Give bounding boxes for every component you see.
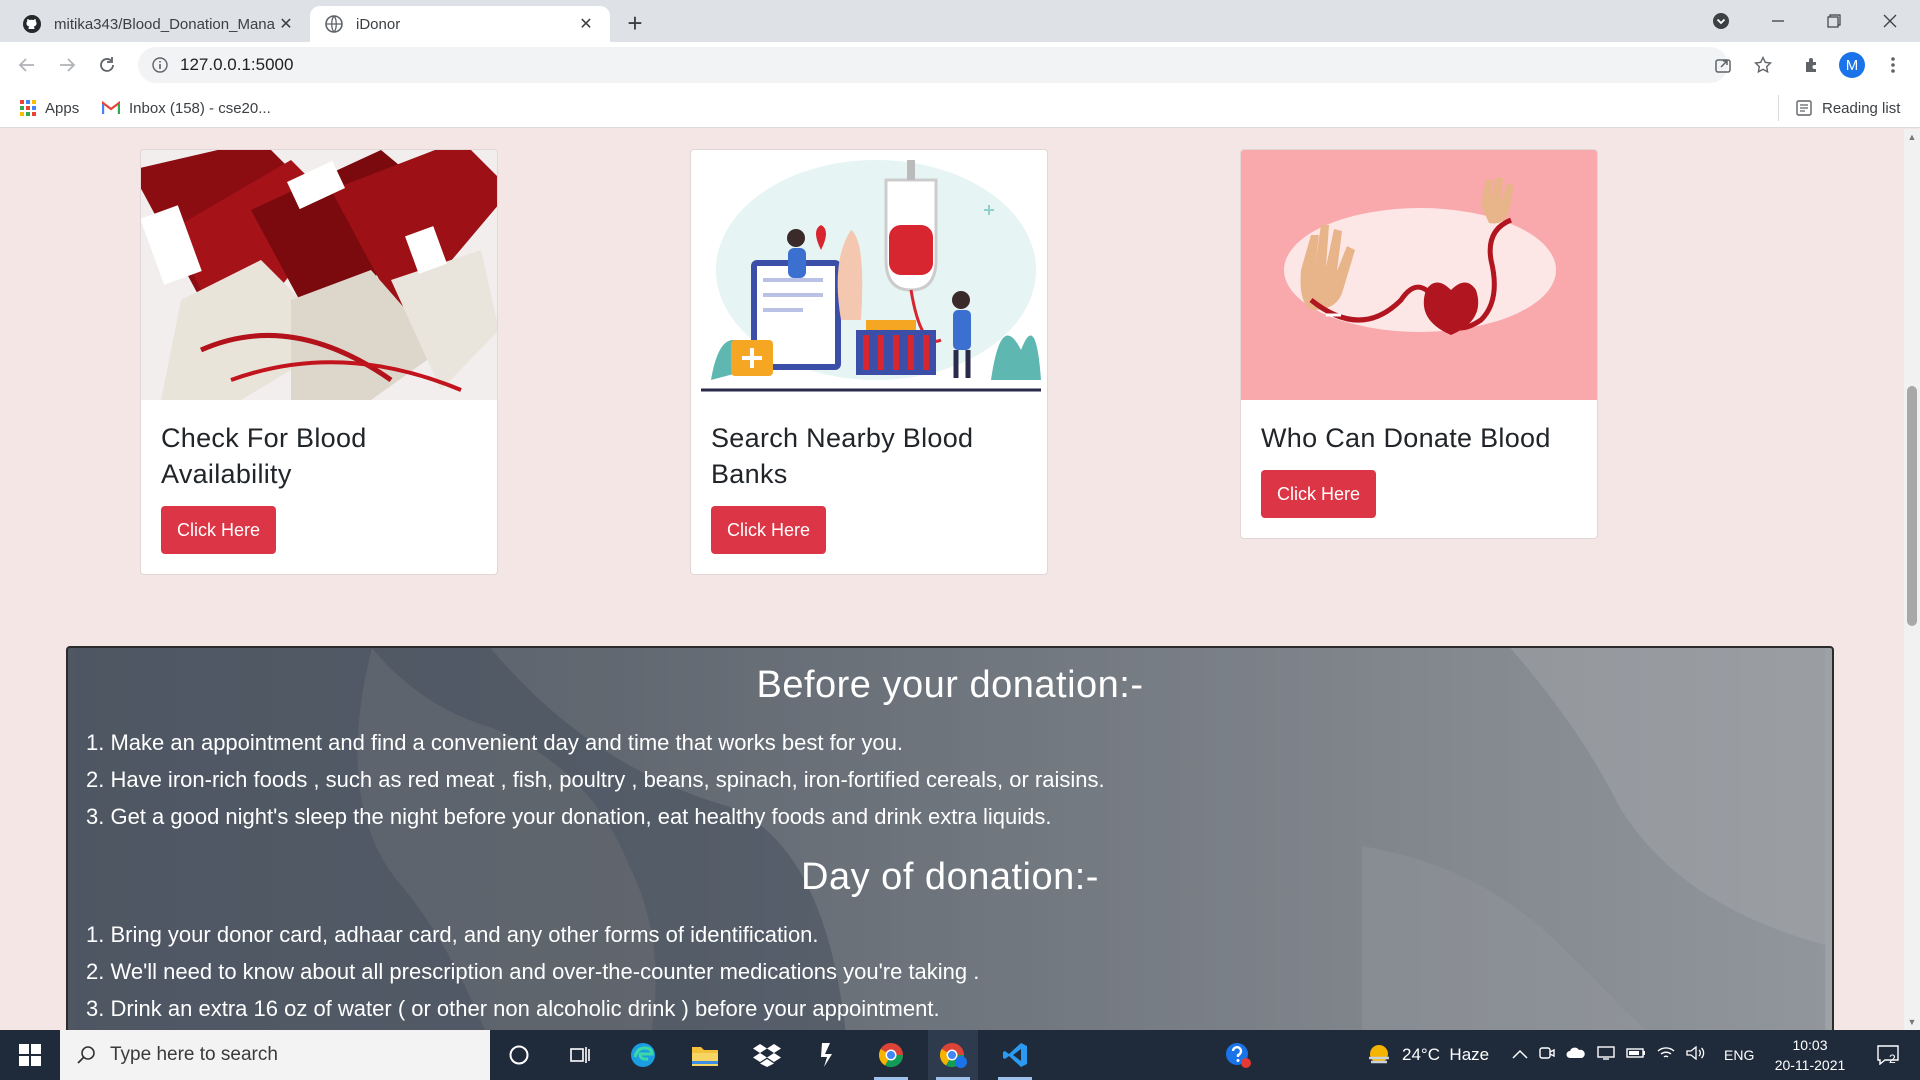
meet-now-icon[interactable]	[1539, 1046, 1555, 1065]
system-tray-icons	[1512, 1030, 1706, 1080]
file-explorer-icon[interactable]	[680, 1030, 730, 1080]
list-item: 1. Make an appointment and find a conven…	[86, 730, 903, 755]
gmail-icon	[102, 101, 120, 115]
card-blood-availability: Check For Blood Availability Click Here	[140, 149, 498, 575]
onedrive-icon[interactable]	[1566, 1046, 1586, 1064]
notification-icon: 2	[1877, 1045, 1899, 1066]
donation-hands-image	[1241, 150, 1597, 400]
display-icon[interactable]	[1597, 1045, 1615, 1065]
share-icon[interactable]	[1708, 47, 1738, 83]
list-item: 3. Get a good night's sleep the night be…	[86, 804, 1052, 829]
chevron-up-icon[interactable]	[1512, 1046, 1528, 1064]
chrome-icon[interactable]	[866, 1030, 916, 1080]
list-item: 2. Have iron-rich foods , such as red me…	[86, 767, 1105, 792]
power-automate-icon[interactable]	[804, 1030, 854, 1080]
day-of-donation-heading: Day of donation:-	[801, 856, 1099, 898]
donation-info-section: Before your donation:- 1. Make an appoin…	[66, 646, 1834, 1030]
volume-icon[interactable]	[1686, 1045, 1706, 1065]
bookmark-star-icon[interactable]	[1748, 47, 1778, 83]
chrome-profile-icon[interactable]	[928, 1030, 978, 1080]
blood-bags-image	[141, 150, 497, 400]
notifications-button[interactable]: 2	[1868, 1030, 1908, 1080]
before-donation-heading: Before your donation:-	[756, 664, 1144, 706]
weather-text: 24°C Haze	[1402, 1045, 1490, 1064]
tab-title: iDonor	[356, 15, 401, 33]
card-nearby-blood-banks: Search Nearby Blood Banks Click Here	[690, 149, 1048, 575]
reading-list-icon	[1796, 100, 1812, 116]
task-view-icon[interactable]	[555, 1030, 605, 1080]
weather-widget[interactable]: 24°C Haze	[1366, 1030, 1489, 1080]
close-window-icon[interactable]	[1868, 0, 1912, 42]
before-donation-list: 1. Make an appointment and find a conven…	[68, 724, 1832, 835]
close-tab-icon[interactable]: ✕	[276, 14, 296, 34]
tab-search-icon[interactable]	[1706, 0, 1736, 42]
github-icon	[22, 14, 42, 34]
bookmarks-bar: Apps Inbox (158) - cse20... Reading list	[0, 88, 1920, 128]
forward-icon[interactable]	[52, 50, 82, 80]
reload-icon[interactable]	[92, 50, 122, 80]
reading-list-label: Reading list	[1822, 99, 1901, 117]
clock-date: 20-11-2021	[1774, 1057, 1846, 1073]
site-info-icon[interactable]	[150, 55, 170, 75]
minimize-icon[interactable]	[1756, 0, 1800, 42]
help-icon[interactable]	[1213, 1030, 1263, 1080]
taskbar-search-box[interactable]: Type here to search	[60, 1030, 490, 1080]
card-title: Check For Blood Availability	[161, 423, 367, 489]
cortana-icon[interactable]	[494, 1030, 544, 1080]
windows-start-icon[interactable]	[0, 1030, 60, 1080]
list-item: 2. We'll need to know about all prescrip…	[86, 959, 980, 984]
clock-time: 10:03	[1792, 1037, 1828, 1053]
scroll-up-icon[interactable]: ▲	[1907, 132, 1917, 142]
close-tab-icon[interactable]: ✕	[576, 14, 596, 34]
reading-list-button[interactable]: Reading list	[1778, 95, 1901, 121]
edge-icon[interactable]	[618, 1030, 668, 1080]
wifi-icon[interactable]	[1657, 1046, 1675, 1065]
bookmark-gmail[interactable]: Inbox (158) - cse20...	[102, 97, 271, 119]
apps-grid-icon	[20, 100, 36, 116]
extensions-icon[interactable]	[1797, 50, 1827, 80]
windows-taskbar: Type here to search 24°C Haze ENG 10:03 …	[0, 1030, 1920, 1080]
weather-haze-icon	[1366, 1042, 1392, 1068]
who-can-donate-button[interactable]: Click Here	[1261, 470, 1377, 518]
page-scrollbar[interactable]: ▲ ▼	[1904, 129, 1920, 1030]
tab-github[interactable]: mitika343/Blood_Donation_Mana ✕	[8, 6, 310, 42]
language-indicator[interactable]: ENG	[1724, 1030, 1754, 1080]
list-item: 3. Drink an extra 16 oz of water ( or ot…	[86, 996, 940, 1021]
day-of-donation-list: 1. Bring your donor card, adhaar card, a…	[68, 916, 1832, 1027]
vscode-icon[interactable]	[990, 1030, 1040, 1080]
page-viewport: Check For Blood Availability Click Here	[0, 129, 1904, 1030]
address-bar[interactable]: 127.0.0.1:5000	[138, 47, 1772, 83]
browser-tab-strip: mitika343/Blood_Donation_Mana ✕ iDonor ✕…	[0, 0, 1920, 42]
bookmark-apps[interactable]: Apps	[20, 97, 79, 119]
blood-bank-illustration	[691, 150, 1047, 400]
search-blood-banks-button[interactable]: Click Here	[711, 506, 827, 554]
card-who-can-donate: Who Can Donate Blood Click Here	[1240, 149, 1598, 539]
tab-title: mitika343/Blood_Donation_Mana	[54, 15, 275, 33]
url-text[interactable]: 127.0.0.1:5000	[180, 55, 293, 75]
dropbox-icon[interactable]	[742, 1030, 792, 1080]
scroll-down-icon[interactable]: ▼	[1907, 1017, 1917, 1027]
restore-icon[interactable]	[1812, 0, 1856, 42]
card-title: Who Can Donate Blood	[1261, 423, 1551, 453]
globe-icon	[324, 14, 344, 34]
clock[interactable]: 10:03 20-11-2021	[1770, 1030, 1850, 1080]
bookmarks-divider	[1778, 95, 1779, 121]
browser-toolbar: 127.0.0.1:5000 M	[0, 42, 1920, 88]
card-title: Search Nearby Blood Banks	[711, 423, 974, 489]
scrollbar-thumb[interactable]	[1907, 386, 1917, 626]
tab-idonor[interactable]: iDonor ✕	[310, 6, 610, 42]
check-availability-button[interactable]: Click Here	[161, 506, 277, 554]
profile-avatar[interactable]: M	[1839, 52, 1865, 78]
back-icon[interactable]	[12, 50, 42, 80]
battery-icon[interactable]	[1626, 1046, 1646, 1064]
new-tab-button[interactable]: +	[620, 8, 650, 38]
notification-count: 2	[1889, 1052, 1896, 1066]
info-text-layer: Before your donation:- 1. Make an appoin…	[68, 648, 1832, 1030]
search-icon	[76, 1045, 96, 1065]
menu-dots-icon[interactable]	[1878, 50, 1908, 80]
bookmark-label: Inbox (158) - cse20...	[129, 99, 271, 117]
bookmark-label: Apps	[45, 99, 80, 117]
list-item: 1. Bring your donor card, adhaar card, a…	[86, 922, 819, 947]
search-placeholder: Type here to search	[110, 1044, 278, 1065]
